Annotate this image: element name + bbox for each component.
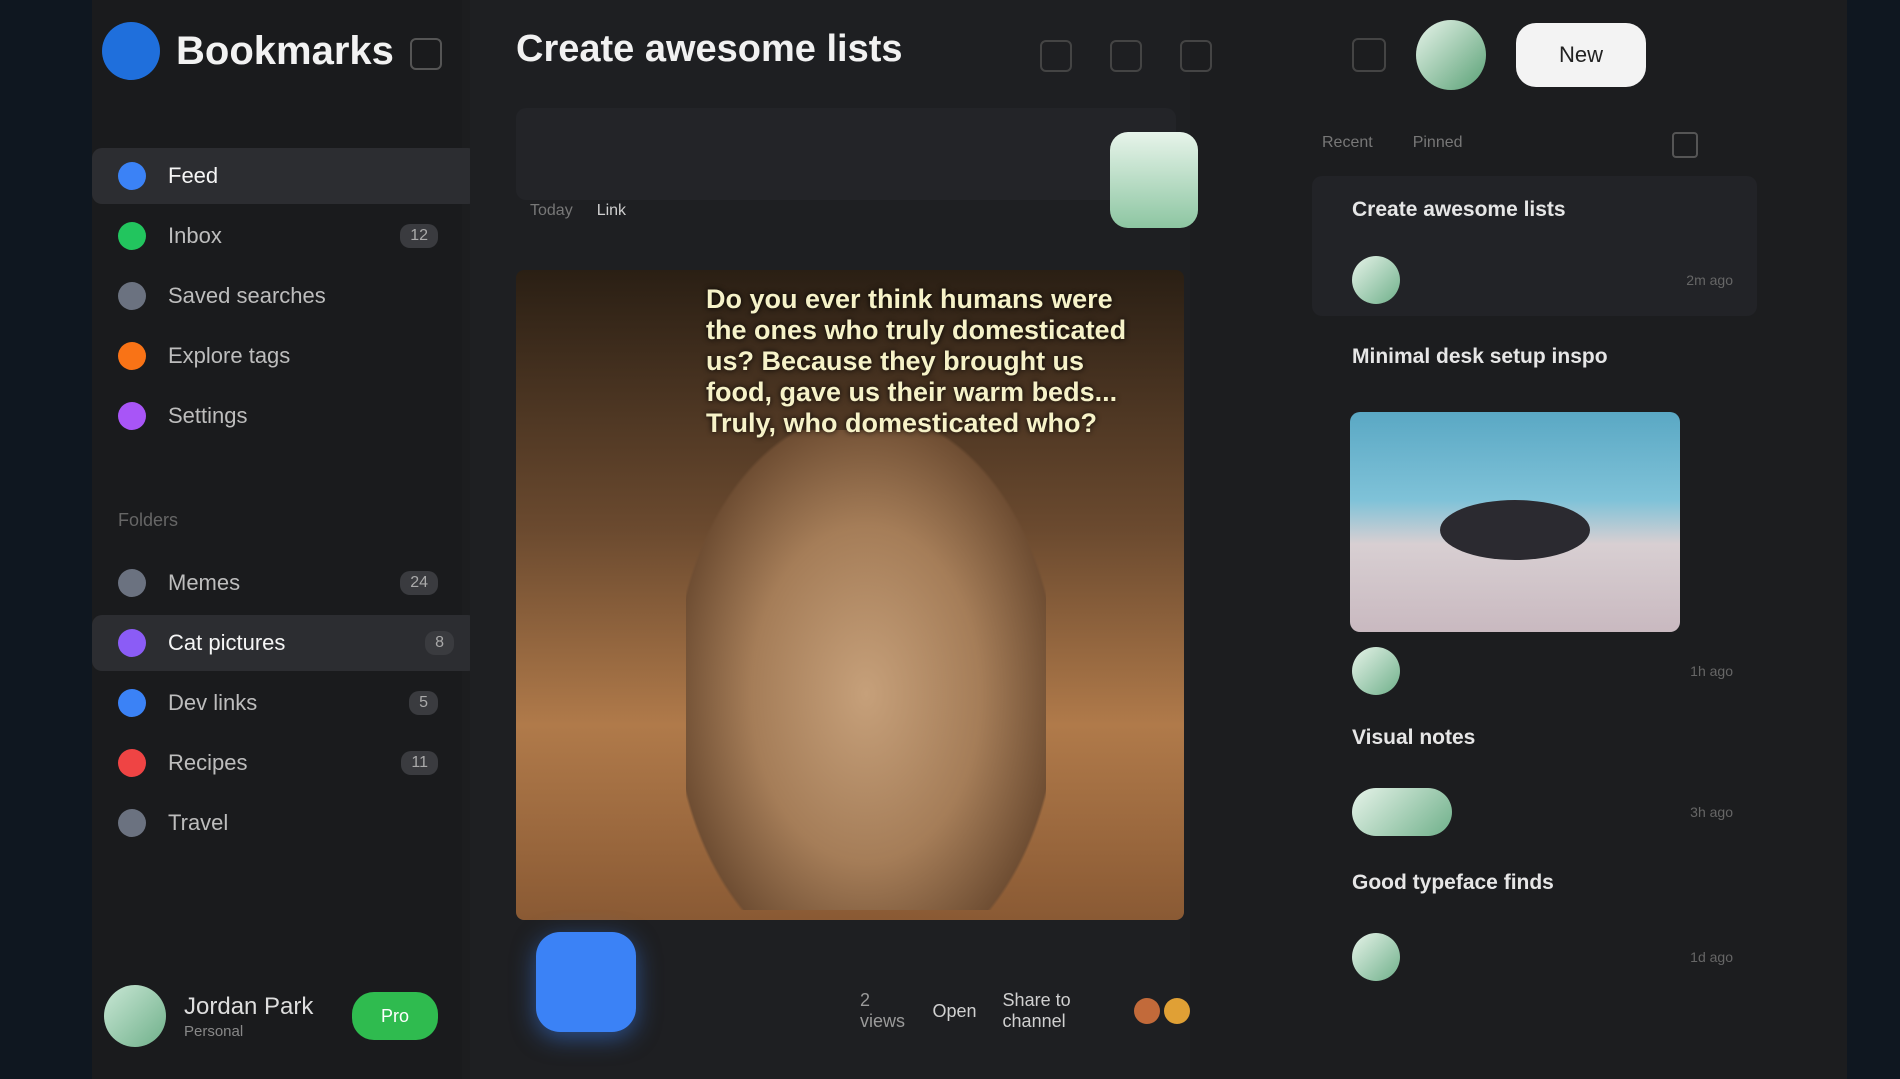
profile-name: Jordan Park <box>184 992 314 1020</box>
sidebar-item-label: Recipes <box>168 750 248 775</box>
notification-icon[interactable] <box>1352 38 1386 72</box>
folder-icon <box>118 749 146 777</box>
view-count: 2 views <box>860 990 906 1031</box>
search-icon <box>118 282 146 310</box>
count-badge: 5 <box>409 691 438 715</box>
share-link[interactable]: Share to channel <box>1003 990 1108 1032</box>
sidebar-item-memes[interactable]: Memes 24 <box>92 555 462 611</box>
sidebar-item-label: Inbox <box>168 223 222 248</box>
feed-card-thumbnail[interactable] <box>1350 412 1680 632</box>
avatar <box>104 985 166 1047</box>
post-date: Today <box>530 202 573 219</box>
bookmark-icon[interactable] <box>1110 40 1142 72</box>
feed-icon <box>118 162 146 190</box>
post-meta: Today Link <box>530 202 626 220</box>
feed-card[interactable]: Create awesome lists 2m ago <box>1312 176 1757 316</box>
folder-icon <box>118 809 146 837</box>
cup-photo <box>1440 500 1590 560</box>
avatar <box>1352 933 1400 981</box>
gear-icon <box>118 402 146 430</box>
post-type[interactable]: Link <box>597 202 626 220</box>
folders-nav: Memes 24 Cat pictures 8 Dev links 5 Reci… <box>92 555 478 855</box>
sidebar-item-label: Explore tags <box>168 343 291 368</box>
feed-card-time: 3h ago <box>1690 804 1733 820</box>
feed-card-title: Create awesome lists <box>1352 198 1566 221</box>
share-icon[interactable] <box>1040 40 1072 72</box>
sidebar-item-label: Settings <box>168 403 248 428</box>
close-icon[interactable] <box>1672 132 1698 158</box>
avatar <box>1352 256 1400 304</box>
post-actions: 2 views Open Share to channel <box>860 990 1190 1032</box>
folders-section-label: Folders <box>118 510 178 531</box>
count-badge: 8 <box>425 631 454 655</box>
feed-card[interactable]: Good typeface finds 1d ago <box>1312 865 1757 985</box>
primary-nav: Feed Inbox 12 Saved searches Explore tag… <box>92 148 478 448</box>
avatar[interactable] <box>1416 20 1486 90</box>
new-button[interactable]: New <box>1516 23 1646 87</box>
meme-caption: Do you ever think humans were the ones w… <box>706 284 1127 438</box>
sidebar-item-explore-tags[interactable]: Explore tags <box>92 328 462 384</box>
feed-card-time: 1h ago <box>1690 663 1733 679</box>
sidebar-item-recipes[interactable]: Recipes 11 <box>92 735 462 791</box>
tag-icon <box>118 342 146 370</box>
app-name: Bookmarks <box>176 28 394 73</box>
main-panel: Create awesome lists Today Link Do you e… <box>470 0 1212 1079</box>
sidebar-item-feed[interactable]: Feed <box>92 148 478 204</box>
toolbar <box>1040 40 1212 72</box>
sidebar-item-label: Dev links <box>168 690 258 715</box>
folder-icon <box>118 689 146 717</box>
cat-photo <box>686 430 1046 910</box>
app-logo[interactable]: Bookmarks <box>102 22 394 80</box>
feed-tabs: Recent Pinned <box>1322 134 1463 152</box>
app-window: Bookmarks Feed Inbox 12 Saved searches E… <box>92 0 1847 1079</box>
sidebar-item-label: Memes <box>168 570 241 595</box>
sidebar-item-label: Travel <box>168 810 229 835</box>
feed-card[interactable]: Visual notes 3h ago <box>1312 720 1757 840</box>
avatar <box>1352 647 1400 695</box>
sidebar-item-label: Cat pictures <box>168 630 286 655</box>
sidebar-item-dev-links[interactable]: Dev links 5 <box>92 675 462 731</box>
sidebar: Bookmarks Feed Inbox 12 Saved searches E… <box>92 0 478 1079</box>
right-panel: New Recent Pinned Create awesome lists 2… <box>1202 0 1847 1079</box>
tab-recent[interactable]: Recent <box>1322 134 1373 152</box>
feed-card-title: Good typeface finds <box>1352 871 1554 894</box>
post-image[interactable]: Do you ever think humans were the ones w… <box>516 270 1184 920</box>
composer-input[interactable] <box>516 108 1176 200</box>
sidebar-item-label: Saved searches <box>168 283 326 308</box>
count-badge: 12 <box>400 224 438 248</box>
upgrade-button[interactable]: Pro <box>352 992 438 1040</box>
reactions[interactable] <box>1134 998 1190 1024</box>
count-badge: 24 <box>400 571 438 595</box>
page-title: Create awesome lists <box>516 28 903 70</box>
tab-pinned[interactable]: Pinned <box>1413 134 1463 152</box>
sidebar-item-saved-searches[interactable]: Saved searches <box>92 268 462 324</box>
feed-card-title: Visual notes <box>1352 726 1476 749</box>
open-link[interactable]: Open <box>933 1001 977 1022</box>
user-profile[interactable]: Jordan Park Personal <box>104 985 313 1047</box>
reaction-icon <box>1134 998 1160 1024</box>
author-avatar <box>1110 132 1198 228</box>
count-badge: 11 <box>401 751 438 775</box>
sidebar-item-cat-pictures[interactable]: Cat pictures 8 <box>92 615 478 671</box>
inbox-icon <box>118 222 146 250</box>
folder-icon <box>118 629 146 657</box>
header-actions: New <box>1352 20 1646 90</box>
profile-subtitle: Personal <box>184 1022 244 1040</box>
sidebar-item-travel[interactable]: Travel <box>92 795 462 851</box>
sidebar-item-inbox[interactable]: Inbox 12 <box>92 208 462 264</box>
feed-card-time: 2m ago <box>1686 272 1733 288</box>
section-label-text: Folders <box>118 510 179 530</box>
compose-button[interactable] <box>536 932 636 1032</box>
avatar <box>1352 788 1452 836</box>
sidebar-item-settings[interactable]: Settings <box>92 388 462 444</box>
feed-card-time: 1d ago <box>1690 949 1733 965</box>
reaction-icon <box>1164 998 1190 1024</box>
sidebar-item-label: Feed <box>168 163 219 188</box>
sidebar-collapse-icon[interactable] <box>410 38 442 70</box>
feed-card-title: Minimal desk setup inspo <box>1352 345 1608 368</box>
folder-icon <box>118 569 146 597</box>
logo-icon <box>102 22 160 80</box>
